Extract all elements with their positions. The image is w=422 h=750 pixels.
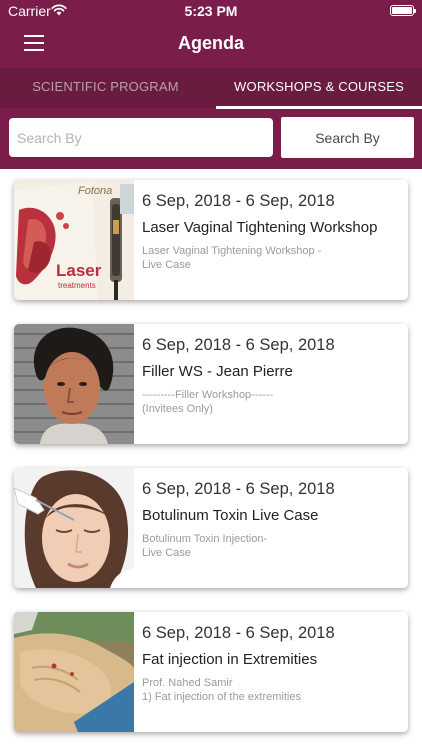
workshop-card[interactable]: 6 Sep, 2018 - 6 Sep, 2018 Botulinum Toxi…	[14, 468, 408, 588]
hand-injection-photo	[14, 612, 134, 732]
workshop-description: Botulinum Toxin Injection- Live Case	[142, 533, 268, 559]
workshop-list: Laser treatments Fotona 6 Sep, 2018 - 6 …	[0, 169, 422, 750]
laser-device-photo: Laser treatments Fotona	[14, 180, 134, 300]
search-input[interactable]	[9, 118, 273, 157]
treatments-logo-text: treatments	[58, 281, 96, 290]
agenda-screen: Carrier 5:23 PM Agenda SCIENTIFIC PROGRA…	[0, 0, 422, 750]
workshop-card[interactable]: 6 Sep, 2018 - 6 Sep, 2018 Filler WS - Je…	[14, 324, 408, 444]
workshop-card[interactable]: Laser treatments Fotona 6 Sep, 2018 - 6 …	[14, 180, 408, 300]
speaker-portrait-photo	[14, 324, 134, 444]
workshop-date: 6 Sep, 2018 - 6 Sep, 2018	[142, 192, 335, 210]
status-bar: Carrier 5:23 PM	[0, 0, 422, 22]
search-button[interactable]: Search By	[281, 117, 414, 158]
workshop-date: 6 Sep, 2018 - 6 Sep, 2018	[142, 336, 335, 354]
workshop-card[interactable]: 6 Sep, 2018 - 6 Sep, 2018 Fat injection …	[14, 612, 408, 732]
botox-injection-photo	[14, 468, 134, 588]
page-title: Agenda	[177, 33, 244, 53]
tab-workshops-courses[interactable]: WORKSHOPS & COURSES	[216, 68, 422, 108]
workshop-title: Botulinum Toxin Live Case	[142, 507, 319, 524]
tab-bar: SCIENTIFIC PROGRAM WORKSHOPS & COURSES	[0, 68, 422, 108]
fotona-logo-text: Fotona	[78, 185, 112, 197]
workshop-description: Prof. Nahed Samir 1) Fat injection of th…	[142, 677, 301, 703]
workshop-description: Laser Vaginal Tightening Workshop - Live…	[142, 245, 322, 271]
status-time: 5:23 PM	[184, 3, 238, 19]
workshop-title: Filler WS - Jean Pierre	[142, 363, 293, 380]
workshop-title: Fat injection in Extremities	[142, 651, 318, 668]
laser-logo-text: Laser	[56, 261, 102, 280]
workshop-date: 6 Sep, 2018 - 6 Sep, 2018	[142, 624, 335, 642]
app-header: Carrier 5:23 PM Agenda SCIENTIFIC PROGRA…	[0, 0, 422, 169]
active-tab-indicator	[216, 106, 422, 109]
workshop-title: Laser Vaginal Tightening Workshop	[142, 219, 378, 236]
workshop-date: 6 Sep, 2018 - 6 Sep, 2018	[142, 480, 335, 498]
workshop-description: ---------Filler Workshop------ (Invitees…	[142, 389, 274, 415]
tab-scientific-program[interactable]: SCIENTIFIC PROGRAM	[0, 68, 211, 108]
battery-icon	[390, 5, 416, 16]
